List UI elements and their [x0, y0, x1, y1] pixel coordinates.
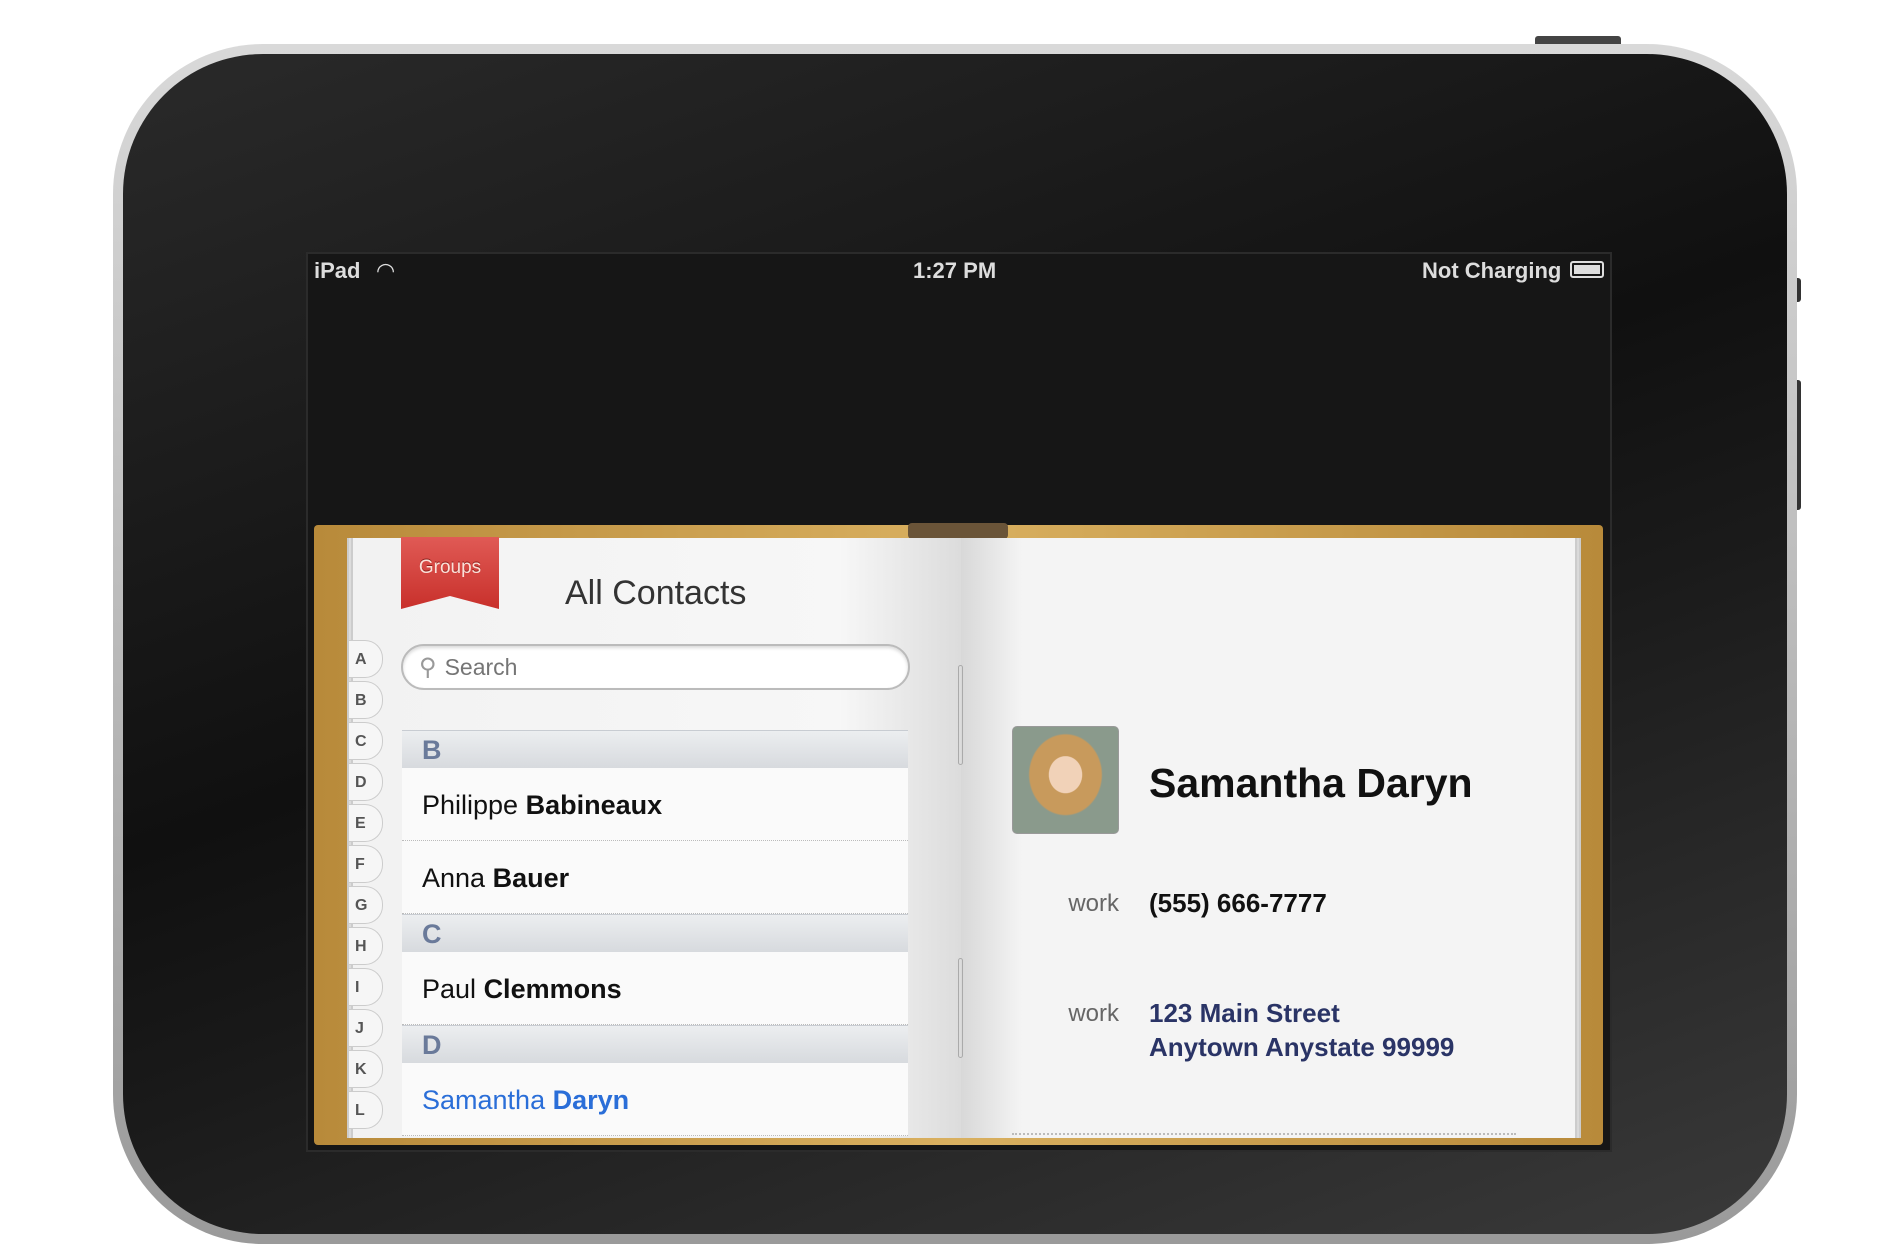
last-name: Clemmons	[483, 974, 622, 1004]
index-tab-i[interactable]: I	[349, 968, 383, 1006]
first-name: Anna	[422, 863, 486, 893]
index-tab-f[interactable]: F	[349, 845, 383, 883]
device-name: iPad	[314, 258, 361, 283]
page-title: All Contacts	[565, 574, 747, 612]
page-ring	[958, 958, 963, 1058]
contact-name: Samantha Daryn	[1149, 760, 1473, 806]
index-tab-b[interactable]: B	[349, 681, 383, 719]
section-header: D	[402, 1025, 908, 1063]
address-label: work	[1068, 1000, 1119, 1027]
phone-value[interactable]: (555) 666-7777	[1149, 888, 1327, 919]
page-ring	[958, 665, 963, 765]
index-tab-d[interactable]: D	[349, 763, 383, 801]
search-icon: ⚲	[419, 653, 437, 681]
index-tab-a[interactable]: A	[349, 640, 383, 678]
search-field[interactable]: ⚲	[401, 644, 910, 690]
last-name: Bauer	[492, 863, 570, 893]
index-tab-e[interactable]: E	[349, 804, 383, 842]
clock: 1:27 PM	[913, 258, 997, 283]
contact-photo[interactable]	[1012, 726, 1119, 834]
divider	[1012, 1133, 1516, 1135]
index-tab-k[interactable]: K	[349, 1050, 383, 1088]
index-tab-l[interactable]: L	[349, 1091, 383, 1129]
book-clasp	[908, 523, 1008, 539]
contact-row[interactable]: Samantha Daryn	[402, 1063, 908, 1136]
contact-row[interactable]: Philippe Babineaux	[402, 768, 908, 841]
section-header: B	[402, 730, 908, 768]
first-name: Philippe	[422, 790, 519, 820]
search-input[interactable]	[444, 653, 885, 681]
section-header: C	[402, 914, 908, 952]
index-tab-c[interactable]: C	[349, 722, 383, 760]
sleep-button[interactable]	[1535, 36, 1621, 44]
index-tab-h[interactable]: H	[349, 927, 383, 965]
address-line-1[interactable]: 123 Main Street	[1149, 998, 1340, 1029]
last-name: Babineaux	[525, 790, 663, 820]
contact-row[interactable]: Anna Bauer	[402, 841, 908, 914]
phone-label: work	[1068, 890, 1119, 917]
first-name: Samantha	[422, 1085, 546, 1115]
wifi-icon: ◠	[376, 258, 396, 283]
index-tab-j[interactable]: J	[349, 1009, 383, 1047]
first-name: Paul	[422, 974, 477, 1004]
battery-icon	[1570, 261, 1604, 278]
index-tab-g[interactable]: G	[349, 886, 383, 924]
battery-status: Not Charging	[1422, 258, 1562, 283]
last-name: Daryn	[552, 1085, 630, 1115]
address-line-2[interactable]: Anytown Anystate 99999	[1149, 1032, 1454, 1063]
contact-row[interactable]: Paul Clemmons	[402, 952, 908, 1025]
